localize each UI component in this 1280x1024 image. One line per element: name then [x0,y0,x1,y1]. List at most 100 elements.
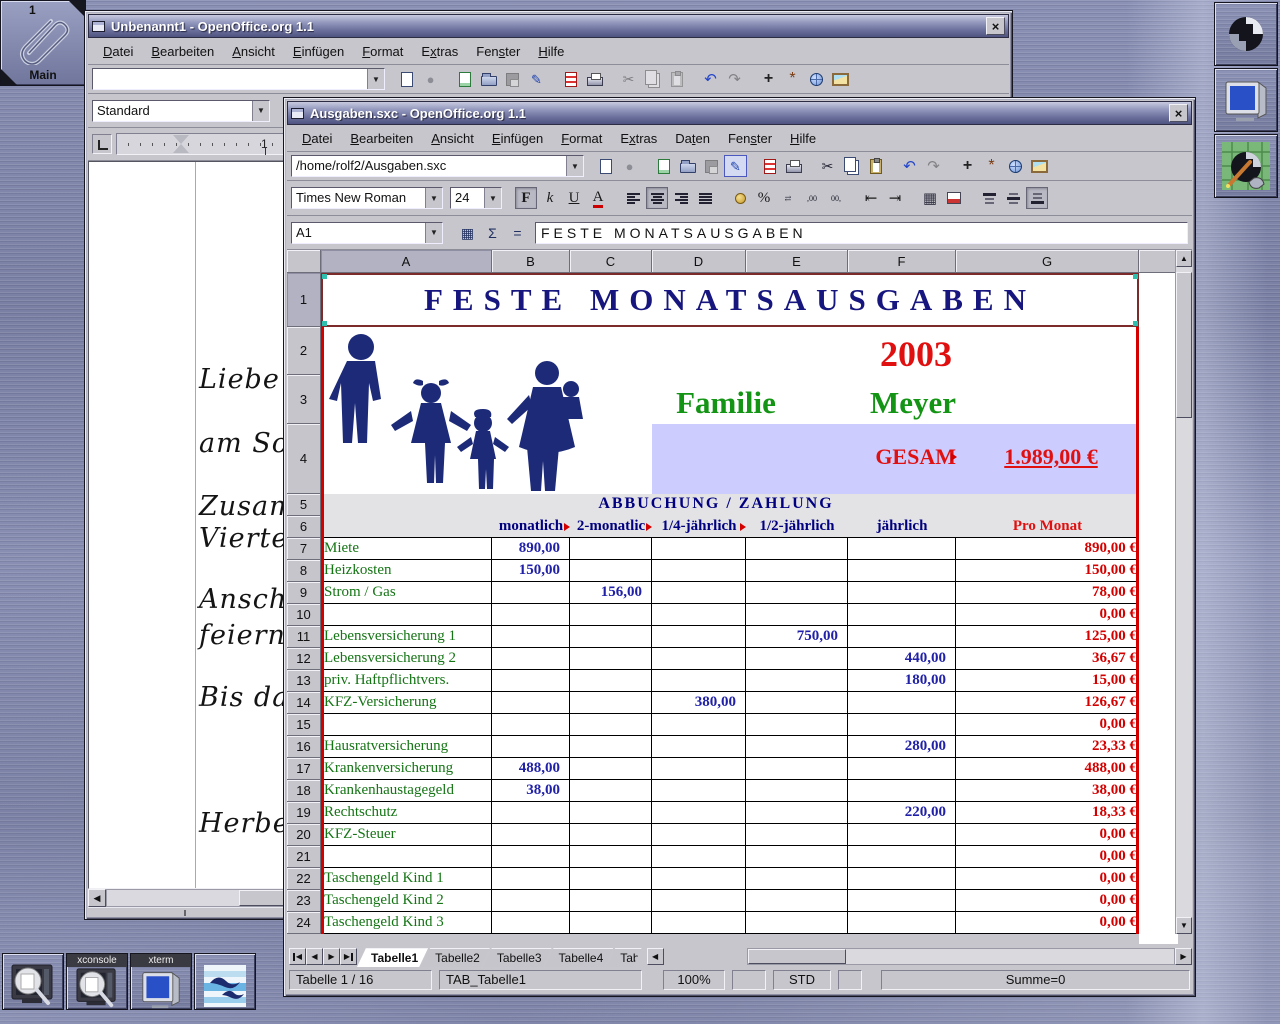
export-pdf-icon[interactable] [758,155,781,177]
cell[interactable] [746,692,848,714]
gallery-icon[interactable] [1028,155,1051,177]
row-header-19[interactable]: 19 [287,802,321,824]
writer-url-combo[interactable]: ▼ [92,68,385,90]
cell[interactable]: 750,00 [746,626,848,648]
vertical-scrollbar[interactable]: ▲ ▼ [1175,250,1192,934]
cell[interactable] [848,560,956,582]
paragraph-style-combo[interactable]: Standard ▼ [92,100,270,122]
function-wizard-button[interactable]: ▦ [456,222,479,244]
family-label-cell[interactable]: Familie [660,385,792,421]
cell[interactable] [570,648,652,670]
cell[interactable] [652,648,746,670]
row-header-23[interactable]: 23 [287,890,321,912]
cell[interactable] [746,538,848,560]
cell[interactable]: 23,33 € [956,736,1139,758]
cell[interactable] [746,824,848,846]
cell[interactable] [848,758,956,780]
cut-icon[interactable]: ✂ [816,155,839,177]
status-zoom[interactable]: 100% [663,970,725,990]
new-from-template-icon[interactable] [453,68,476,90]
dock-xconsole-button[interactable]: xconsole [66,953,128,1010]
cell[interactable]: Krankenhaustagegeld [321,780,492,802]
window-menu-icon[interactable] [291,108,304,119]
cell[interactable]: 0,00 € [956,912,1139,934]
row-header-3[interactable]: 3 [287,375,321,424]
redo-icon[interactable]: ↷ [723,68,746,90]
previous-sheet-button[interactable]: ◀ [306,948,323,965]
cell[interactable]: 15,00 € [956,670,1139,692]
cell[interactable] [652,758,746,780]
selection-handle[interactable] [1133,274,1138,279]
cell[interactable]: 890,00 € [956,538,1139,560]
font-color-button[interactable]: A [587,187,609,209]
first-sheet-button[interactable]: ◀ [289,948,306,965]
cell[interactable] [570,780,652,802]
cell[interactable]: Miete [321,538,492,560]
cell[interactable] [492,846,570,868]
row-header-12[interactable]: 12 [287,648,321,670]
row-header-11[interactable]: 11 [287,626,321,648]
cell[interactable]: Heizkosten [321,560,492,582]
cell[interactable] [570,692,652,714]
zoom-icon[interactable]: * [781,68,804,90]
cell[interactable]: 0,00 € [956,714,1139,736]
scrollbar-thumb[interactable] [1176,272,1192,418]
menu-item-fenster[interactable]: Fenster [467,41,529,62]
cell[interactable]: 890,00 [492,538,570,560]
menu-item-format[interactable]: Format [552,128,611,149]
row-header-15[interactable]: 15 [287,714,321,736]
cell[interactable] [321,846,492,868]
cell[interactable]: Taschengeld Kind 3 [321,912,492,934]
cell[interactable] [492,670,570,692]
scroll-right-icon[interactable]: ▶ [1175,948,1192,965]
tab-scroll-left-button[interactable]: ◀ [647,948,664,965]
copy-icon[interactable] [641,68,664,90]
cell[interactable] [652,582,746,604]
menu-item-einfügen[interactable]: Einfügen [483,128,552,149]
selection-handle[interactable] [322,274,327,279]
cell[interactable]: 380,00 [652,692,746,714]
save-icon[interactable] [700,155,723,177]
total-value-cell[interactable]: 1.989,00 € [981,444,1121,470]
open-icon[interactable] [676,155,699,177]
autopilot-icon[interactable]: ● [419,68,442,90]
cell[interactable]: 18,33 € [956,802,1139,824]
dropdown-icon[interactable]: ▼ [566,156,583,176]
column-header-d[interactable]: D [652,250,746,273]
cell[interactable]: 150,00 [492,560,570,582]
cell[interactable] [492,714,570,736]
currency-format-button[interactable] [729,187,751,209]
cell[interactable]: 488,00 [492,758,570,780]
calc-titlebar[interactable]: Ausgaben.sxc - OpenOffice.org 1.1 × [287,101,1192,125]
cell[interactable] [746,780,848,802]
cell[interactable] [570,802,652,824]
align-vcenter-button[interactable] [1002,187,1024,209]
autopilot-icon[interactable]: ● [618,155,641,177]
cell[interactable] [746,912,848,934]
cell[interactable]: Lebensversicherung 1 [321,626,492,648]
cell[interactable] [652,868,746,890]
status-sum[interactable]: Summe=0 [881,970,1190,990]
save-icon[interactable] [501,68,524,90]
align-bottom-button[interactable] [1026,187,1048,209]
edit-file-icon[interactable]: ✎ [724,155,747,177]
cell[interactable] [746,736,848,758]
close-button[interactable]: × [1169,104,1188,122]
cell[interactable] [652,824,746,846]
italic-button[interactable]: k [539,187,561,209]
menu-item-einfügen[interactable]: Einfügen [284,41,353,62]
title-cell[interactable]: FESTE MONATSAUSGABEN [321,273,1139,327]
dropdown-icon[interactable]: ▼ [484,188,501,208]
cell[interactable] [848,780,956,802]
row-header-2[interactable]: 2 [287,327,321,375]
cell[interactable]: 38,00 € [956,780,1139,802]
cell[interactable] [570,670,652,692]
cell[interactable]: 488,00 € [956,758,1139,780]
cell[interactable] [570,758,652,780]
cell[interactable]: 280,00 [848,736,956,758]
cell[interactable]: KFZ-Steuer [321,824,492,846]
cell[interactable] [746,868,848,890]
menu-item-hilfe[interactable]: Hilfe [781,128,825,149]
cell[interactable] [492,692,570,714]
window-menu-icon[interactable] [92,21,105,32]
